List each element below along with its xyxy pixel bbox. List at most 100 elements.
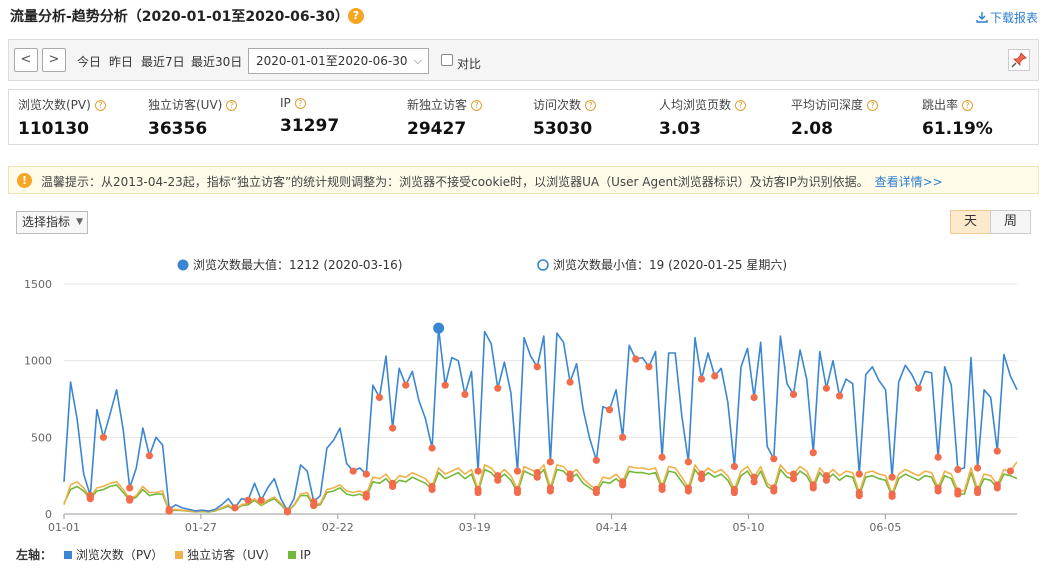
data-point-marker — [257, 496, 265, 504]
x-tick-label: 01-01 — [48, 521, 80, 534]
metric-value: 36356 — [148, 119, 208, 139]
data-point-marker — [231, 504, 239, 512]
legend-ip[interactable]: IP — [300, 548, 311, 562]
compare-label: 对比 — [457, 57, 482, 71]
pv-swatch — [63, 551, 72, 559]
download-label: 下载报表 — [989, 11, 1038, 25]
max-legend-label: 浏览次数最大值：1212 (2020-03-16) — [193, 257, 402, 272]
data-point-marker — [684, 458, 692, 466]
data-point-marker — [855, 470, 863, 478]
download-report-link[interactable]: 下载报表 — [976, 9, 1038, 26]
data-point-marker — [954, 490, 962, 498]
help-icon[interactable]: ? — [294, 98, 306, 109]
data-point-marker — [809, 484, 817, 492]
quick-range-yesterday[interactable]: 昨日 — [109, 53, 133, 70]
data-point-marker — [592, 488, 600, 497]
date-range-select[interactable]: 2020-01-01至2020-06-30 ⌵ — [248, 48, 429, 74]
metric-value: 61.19% — [922, 119, 993, 139]
data-point-marker — [145, 452, 154, 460]
legend-uv[interactable]: 独立访客（UV） — [187, 548, 276, 562]
metric-label: 访问次数 — [533, 98, 582, 112]
notice-content: 温馨提示：从2013-04-23起，指标“独立访客”的统计规则调整为：浏览器不接… — [41, 173, 943, 190]
metric-value: 110130 — [18, 119, 89, 139]
help-icon[interactable]: ? — [962, 100, 974, 111]
data-point-marker — [645, 363, 653, 371]
next-period-button[interactable]: > — [42, 48, 66, 72]
data-point-marker — [310, 501, 318, 510]
data-point-marker — [993, 484, 1001, 492]
axis-legend-prefix: 左轴： — [16, 548, 53, 562]
data-point-marker — [546, 458, 554, 466]
data-point-marker — [513, 488, 522, 497]
metric-select-label: 选择指标 — [22, 215, 71, 229]
compare-checkbox[interactable] — [441, 54, 453, 66]
data-point-marker — [789, 475, 798, 483]
data-point-marker — [835, 392, 844, 400]
data-point-marker — [244, 496, 252, 504]
data-point-marker — [684, 487, 692, 495]
chevron-down-icon: ⌵ — [413, 54, 422, 67]
data-point-marker — [822, 384, 831, 392]
data-point-marker — [789, 390, 798, 398]
data-point-marker — [494, 384, 502, 392]
data-point-marker — [592, 456, 600, 464]
data-point-marker — [619, 481, 627, 489]
granularity-day-button[interactable]: 天 — [950, 210, 991, 234]
series-line-uv — [63, 461, 1018, 513]
data-point-marker — [428, 444, 436, 452]
min-legend-label: 浏览次数最小值：19 (2020-01-25 星期六) — [553, 257, 787, 272]
date-range-value: 2020-01-01至2020-06-30 — [256, 54, 408, 68]
chart-axes: 0 500 1000 1500 01-01 01-27 02-22 03-19 04-14 05-… — [24, 278, 901, 534]
metric-label: 平均访问深度 — [791, 98, 864, 112]
data-point-marker — [283, 508, 292, 516]
data-point-marker — [619, 433, 627, 441]
download-icon — [976, 12, 988, 23]
prev-period-button[interactable]: < — [14, 48, 38, 72]
metric-new-visitors: 新独立访客? 29427 — [407, 96, 483, 139]
help-icon[interactable]: ? — [471, 100, 483, 111]
help-icon[interactable]: ? — [585, 100, 597, 111]
data-point-marker — [494, 476, 502, 484]
pin-button[interactable] — [1008, 49, 1030, 71]
quick-range-30d[interactable]: 最近30日 — [191, 53, 242, 70]
data-point-marker — [888, 492, 896, 500]
data-point-marker — [809, 449, 817, 457]
quick-range-7d[interactable]: 最近7日 — [141, 53, 185, 70]
legend-pv[interactable]: 浏览次数（PV） — [76, 548, 163, 562]
metric-value: 31297 — [280, 116, 340, 136]
metric-label: 浏览次数(PV) — [18, 98, 91, 112]
metric-label: 新独立访客 — [407, 98, 468, 112]
data-point-marker — [375, 393, 384, 402]
quick-range-today[interactable]: 今日 — [77, 53, 101, 70]
metric-bounce-rate: 跳出率? 61.19% — [922, 96, 993, 139]
help-icon[interactable]: ? — [867, 100, 879, 111]
x-tick-label: 04-14 — [596, 521, 628, 534]
granularity-week-button[interactable]: 周 — [990, 210, 1031, 234]
uv-swatch — [175, 551, 184, 559]
data-point-marker — [533, 363, 541, 371]
y-tick-label: 500 — [31, 431, 52, 444]
help-icon[interactable]: ? — [226, 100, 238, 111]
data-point-marker — [126, 484, 134, 492]
help-icon[interactable]: ? — [735, 100, 747, 111]
help-icon[interactable]: ? — [94, 100, 106, 111]
x-tick-label: 06-05 — [869, 521, 901, 534]
data-point-marker — [914, 384, 923, 392]
notice-details-link[interactable]: 查看详情>> — [875, 175, 943, 189]
help-icon[interactable]: ? — [348, 8, 364, 24]
data-point-marker — [349, 467, 357, 475]
chart-series — [63, 327, 1018, 513]
axis-legend: 左轴： 浏览次数（PV） 独立访客（UV） IP — [16, 546, 311, 563]
data-point-marker — [770, 455, 778, 463]
pin-icon — [1011, 52, 1027, 68]
data-point-marker — [362, 493, 370, 501]
metric-label: IP — [280, 96, 291, 110]
data-point-marker — [389, 482, 397, 490]
data-point-marker — [165, 507, 173, 515]
data-point-marker — [441, 381, 449, 389]
page-title: 流量分析-趋势分析（2020-01-01至2020-06-30） — [10, 9, 349, 25]
chart-legend: 浏览次数最大值：1212 (2020-03-16) 浏览次数最小值：19 (20… — [177, 257, 787, 272]
metric-select[interactable]: 选择指标 ▼ — [16, 211, 88, 234]
metric-value: 2.08 — [791, 119, 833, 139]
data-point-marker — [770, 487, 778, 495]
